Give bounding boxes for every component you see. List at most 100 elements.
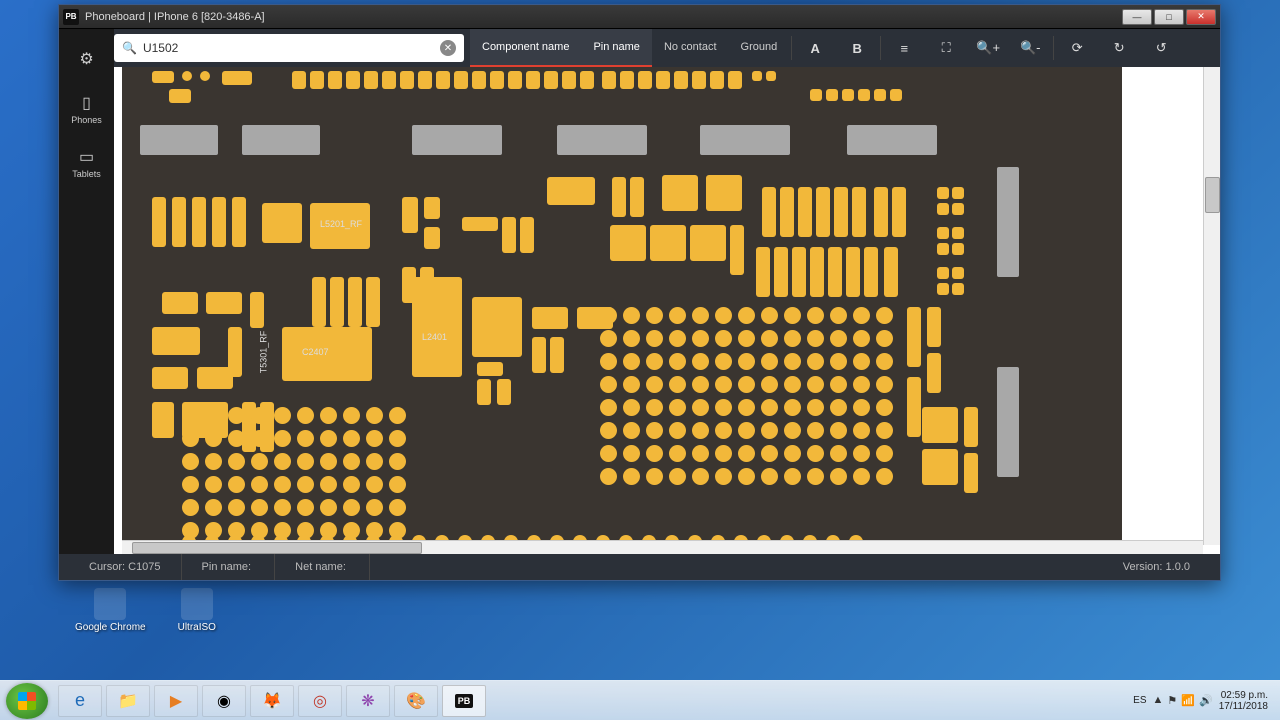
bga-pad[interactable]	[343, 476, 360, 493]
tab-ground[interactable]: Ground	[729, 29, 790, 67]
bga-pad[interactable]	[182, 453, 199, 470]
bga-pad[interactable]	[761, 399, 778, 416]
bga-pad[interactable]	[715, 376, 732, 393]
bga-pad[interactable]	[807, 376, 824, 393]
bga-pad[interactable]	[738, 307, 755, 324]
bga-pad[interactable]	[669, 376, 686, 393]
desktop-icon-ultraiso[interactable]: UltraISO	[178, 588, 216, 633]
bga-pad[interactable]	[669, 353, 686, 370]
bga-pad[interactable]	[853, 422, 870, 439]
bold-button[interactable]: B	[836, 29, 878, 67]
text-color-button[interactable]: A	[794, 29, 836, 67]
start-button[interactable]	[6, 683, 48, 719]
bga-pad[interactable]	[389, 499, 406, 516]
bga-pad[interactable]	[343, 453, 360, 470]
bga-pad[interactable]	[853, 353, 870, 370]
fullscreen-button[interactable]: ⛶	[925, 29, 967, 67]
bga-pad[interactable]	[692, 376, 709, 393]
bga-pad[interactable]	[761, 330, 778, 347]
bga-pad[interactable]	[274, 430, 291, 447]
bga-pad[interactable]	[251, 499, 268, 516]
bga-pad[interactable]	[600, 353, 617, 370]
bga-pad[interactable]	[646, 307, 663, 324]
taskbar-firefox[interactable]: 🦊	[250, 685, 294, 717]
taskbar-app3[interactable]: 🎨	[394, 685, 438, 717]
bga-pad[interactable]	[738, 376, 755, 393]
bga-pad[interactable]	[692, 307, 709, 324]
rail-phones[interactable]: ▯ Phones	[59, 87, 114, 131]
bga-pad[interactable]	[853, 445, 870, 462]
zoom-out-button[interactable]: 🔍-	[1009, 29, 1051, 67]
bga-pad[interactable]	[623, 468, 640, 485]
taskbar-chrome[interactable]: ◉	[202, 685, 246, 717]
bga-pad[interactable]	[389, 430, 406, 447]
tray-flag-icon[interactable]: ▲	[1153, 694, 1164, 707]
bga-pad[interactable]	[320, 476, 337, 493]
bga-pad[interactable]	[669, 468, 686, 485]
bga-pad[interactable]	[784, 399, 801, 416]
bga-pad[interactable]	[853, 468, 870, 485]
bga-pad[interactable]	[274, 499, 291, 516]
taskbar-app1[interactable]: ◎	[298, 685, 342, 717]
minimize-button[interactable]: —	[1122, 9, 1152, 25]
bga-pad[interactable]	[853, 376, 870, 393]
bga-pad[interactable]	[623, 422, 640, 439]
tray-network-icon[interactable]: 📶	[1181, 694, 1195, 707]
bga-pad[interactable]	[366, 476, 383, 493]
bga-pad[interactable]	[646, 422, 663, 439]
bga-pad[interactable]	[715, 353, 732, 370]
bga-pad[interactable]	[600, 422, 617, 439]
bga-pad[interactable]	[830, 399, 847, 416]
bga-pad[interactable]	[876, 353, 893, 370]
bga-pad[interactable]	[182, 407, 199, 424]
tray-lang[interactable]: ES	[1133, 695, 1146, 706]
bga-pad[interactable]	[807, 330, 824, 347]
bga-pad[interactable]	[830, 330, 847, 347]
bga-pad[interactable]	[669, 422, 686, 439]
vertical-scrollbar[interactable]	[1203, 67, 1220, 545]
bga-pad[interactable]	[343, 499, 360, 516]
bga-pad[interactable]	[297, 499, 314, 516]
bga-pad[interactable]	[646, 330, 663, 347]
bga-pad[interactable]	[205, 499, 222, 516]
tray-volume-icon[interactable]: 🔊	[1199, 694, 1213, 707]
bga-pad[interactable]	[320, 407, 337, 424]
bga-pad[interactable]	[715, 307, 732, 324]
bga-pad[interactable]	[692, 330, 709, 347]
bga-pad[interactable]	[297, 430, 314, 447]
bga-pad[interactable]	[320, 430, 337, 447]
bga-pad[interactable]	[251, 476, 268, 493]
system-tray[interactable]: ES ▲ ⚑ 📶 🔊 02:59 p.m. 17/11/2018	[1133, 690, 1274, 712]
zoom-in-button[interactable]: 🔍+	[967, 29, 1009, 67]
bga-pad[interactable]	[646, 445, 663, 462]
bga-pad[interactable]	[366, 407, 383, 424]
bga-pad[interactable]	[366, 453, 383, 470]
search-input[interactable]	[143, 41, 440, 55]
canvas-area[interactable]: L5201_RF	[114, 67, 1220, 554]
bga-pad[interactable]	[761, 307, 778, 324]
bga-pad[interactable]	[600, 399, 617, 416]
tab-no-contact[interactable]: No contact	[652, 29, 729, 67]
bga-pad[interactable]	[228, 453, 245, 470]
titlebar[interactable]: PB Phoneboard | IPhone 6 [820-3486-A] — …	[59, 5, 1220, 29]
horizontal-scroll-thumb[interactable]	[132, 542, 422, 554]
close-button[interactable]: ✕	[1186, 9, 1216, 25]
bga-pad[interactable]	[761, 376, 778, 393]
bga-pad[interactable]	[830, 307, 847, 324]
bga-pad[interactable]	[182, 499, 199, 516]
bga-pad[interactable]	[228, 430, 245, 447]
bga-pad[interactable]	[692, 353, 709, 370]
bga-pad[interactable]	[623, 353, 640, 370]
bga-pad[interactable]	[182, 430, 199, 447]
bga-pad[interactable]	[715, 330, 732, 347]
tab-pin-name[interactable]: Pin name	[581, 29, 651, 67]
undo-button[interactable]: ↺	[1140, 29, 1182, 67]
bga-pad[interactable]	[784, 445, 801, 462]
bga-pad[interactable]	[389, 407, 406, 424]
bga-pad[interactable]	[738, 422, 755, 439]
bga-pad[interactable]	[853, 399, 870, 416]
redo-button[interactable]: ↻	[1098, 29, 1140, 67]
bga-pad[interactable]	[876, 330, 893, 347]
clear-search-button[interactable]: ✕	[440, 40, 456, 56]
bga-pad[interactable]	[784, 376, 801, 393]
